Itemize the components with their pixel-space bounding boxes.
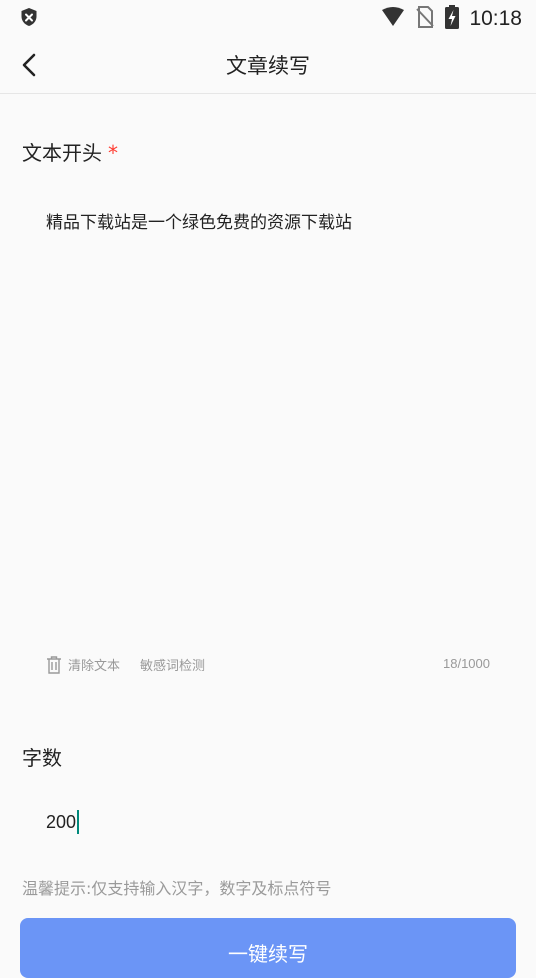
text-section-label-text: 文本开头 [22, 141, 102, 165]
trash-icon [47, 655, 61, 674]
char-counter: 18/1000 [443, 656, 490, 671]
status-bar: 10:18 [0, 0, 536, 38]
sensitive-word-check-button[interactable]: 敏感词检测 [140, 655, 205, 674]
wifi-icon [381, 7, 405, 31]
no-sim-icon [415, 6, 435, 32]
clear-text-label: 清除文本 [68, 659, 121, 674]
battery-charging-icon [445, 5, 460, 33]
required-mark: * [108, 141, 118, 165]
status-right: 10:18 [381, 5, 522, 33]
tip-text: 温馨提示:仅支持输入汉字，数字及标点符号 [22, 879, 332, 898]
text-caret [77, 810, 80, 834]
app-bar: 文章续写 [0, 38, 536, 94]
status-left [20, 7, 38, 31]
word-count-value: 200 [46, 811, 77, 832]
continue-write-button[interactable]: 一键续写 [20, 918, 516, 978]
shield-x-icon [20, 7, 38, 31]
sensitive-word-check-label: 敏感词检测 [140, 659, 206, 674]
text-section-label: 文本开头 * [22, 137, 118, 166]
status-time: 10:18 [469, 7, 522, 30]
clear-text-button[interactable]: 清除文本 [46, 655, 120, 674]
text-tools: 清除文本 敏感词检测 [46, 655, 205, 674]
word-count-label: 字数 [22, 746, 62, 770]
word-count-input[interactable]: 200 [46, 808, 80, 836]
page-title: 文章续写 [226, 54, 310, 78]
text-start-input[interactable]: 精品下载站是一个绿色免费的资源下载站 [46, 208, 352, 233]
